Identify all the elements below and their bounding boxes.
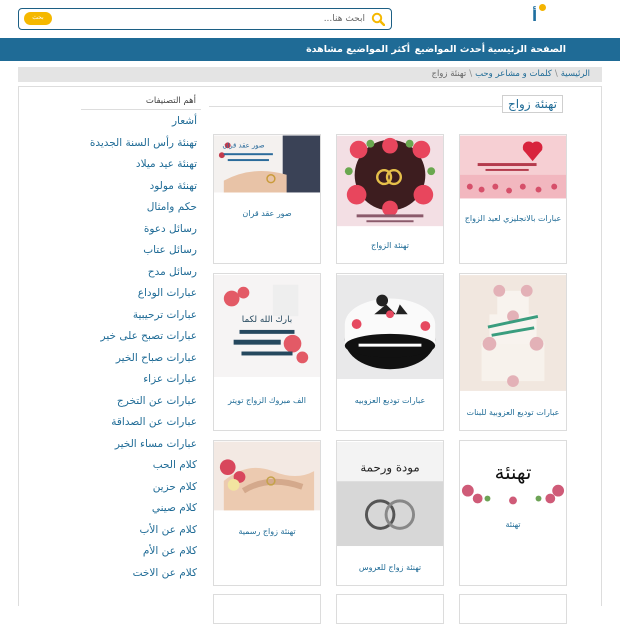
sidebar-item[interactable]: كلام حزين	[72, 480, 197, 494]
search-button[interactable]: بحث	[24, 12, 52, 25]
divider	[81, 109, 201, 110]
nav-home[interactable]: الصفحة الرئيسية	[488, 44, 566, 55]
sidebar-item[interactable]: عبارات عن الصداقة	[72, 415, 197, 429]
article-card[interactable]: تهنئة الزواج	[336, 134, 444, 264]
content-area: تهنئة زواج أهم التصنيفات أشعار تهنئة رأس…	[18, 86, 602, 624]
sidebar-item[interactable]: عبارات ترحيبية	[72, 308, 197, 322]
article-card[interactable]: صور عقد قران صور عقد قران	[213, 134, 321, 264]
article-card[interactable]: عبارات بالانجليزي لعيد الزواج	[459, 134, 567, 264]
sidebar-item[interactable]: رسائل دعوة	[72, 222, 197, 236]
image-text: صور عقد قران	[222, 141, 264, 149]
sidebar-item[interactable]: كلام عن الأم	[72, 544, 197, 558]
sidebar-item[interactable]: عبارات صباح الخير	[72, 351, 197, 365]
card-image[interactable]	[460, 274, 566, 392]
sidebar-item[interactable]: تهنئة رأس السنة الجديدة	[72, 136, 197, 150]
card-caption[interactable]: تهنئة	[460, 520, 566, 529]
nav-most-viewed[interactable]: أكثر المواضيع مشاهدة	[306, 44, 410, 55]
article-card[interactable]	[213, 594, 321, 624]
sidebar-item[interactable]: تهنئة مولود	[72, 179, 197, 193]
section-title: تهنئة زواج	[501, 95, 563, 113]
card-caption[interactable]: عبارات توديع العزوبيه	[337, 396, 443, 405]
card-caption[interactable]: صور عقد قران	[214, 209, 320, 218]
card-image[interactable]: تهنئة	[460, 441, 566, 505]
sidebar-item[interactable]: رسائل عتاب	[72, 243, 197, 257]
image-text: مودة ورحمة	[360, 460, 419, 475]
site-header: أ بحث	[0, 0, 620, 38]
divider	[209, 106, 507, 107]
image-text: تهنئة	[495, 461, 532, 484]
sidebar-item[interactable]: رسائل مدح	[72, 265, 197, 279]
search-input[interactable]	[65, 11, 365, 27]
sidebar-item[interactable]: تهنئة عيد ميلاد	[72, 157, 197, 171]
card-caption[interactable]: عبارات توديع العزوبية للبنات	[460, 408, 566, 417]
sidebar-heading: أهم التصنيفات	[145, 96, 196, 106]
sidebar-item[interactable]: عبارات عن التخرج	[72, 394, 197, 408]
card-caption[interactable]: تهنئة زواج رسمية	[214, 527, 320, 536]
article-card[interactable]: بارك الله لكما الف مبروك الزواج تويتر	[213, 273, 321, 431]
breadcrumb: الرئيسية\كلمات و مشاعر وحب\تهنئة زواج	[431, 69, 590, 79]
breadcrumb-bar: الرئيسية\كلمات و مشاعر وحب\تهنئة زواج	[18, 67, 602, 82]
card-caption[interactable]: تهنئة زواج للعروس	[337, 563, 443, 572]
card-caption[interactable]: الف مبروك الزواج تويتر	[214, 396, 320, 405]
nav-latest[interactable]: أحدث المواضيع	[415, 44, 485, 55]
article-card[interactable]: مودة ورحمة تهنئة زواج للعروس	[336, 440, 444, 586]
card-image[interactable]: بارك الله لكما	[214, 274, 320, 378]
sidebar-item[interactable]: كلام عن الأب	[72, 523, 198, 537]
category-list: أشعار تهنئة رأس السنة الجديدة تهنئة عيد …	[72, 114, 197, 587]
site-logo[interactable]: أ	[530, 4, 552, 26]
article-card[interactable]: تهنئة زواج رسمية	[213, 440, 321, 586]
breadcrumb-category[interactable]: كلمات و مشاعر وحب	[475, 69, 552, 79]
card-caption[interactable]: تهنئة الزواج	[337, 241, 443, 250]
article-card[interactable]: عبارات توديع العزوبية للبنات	[459, 273, 567, 431]
card-caption[interactable]: عبارات بالانجليزي لعيد الزواج	[460, 214, 566, 223]
article-card[interactable]	[459, 594, 567, 624]
sidebar-item[interactable]: حكم وامثال	[72, 200, 197, 214]
sidebar-item[interactable]: عبارات الوداع	[72, 286, 197, 300]
breadcrumb-current: تهنئة زواج	[431, 69, 467, 79]
card-image[interactable]	[460, 135, 566, 199]
card-image[interactable]	[214, 441, 320, 511]
sidebar-item[interactable]: كلام الحب	[72, 458, 197, 472]
card-image[interactable]: مودة ورحمة	[337, 441, 443, 547]
sidebar-item[interactable]: كلام عن الاخت	[72, 566, 197, 580]
search-bar: بحث	[18, 8, 392, 30]
sidebar-item[interactable]: أشعار	[72, 114, 197, 128]
main-nav: الصفحة الرئيسية أحدث المواضيع أكثر الموا…	[0, 38, 620, 61]
sidebar-item[interactable]: عبارات تصبح على خير	[72, 329, 197, 343]
card-image[interactable]	[337, 135, 443, 227]
card-image[interactable]	[337, 274, 443, 380]
article-card[interactable]: عبارات توديع العزوبيه	[336, 273, 444, 431]
card-image[interactable]: صور عقد قران	[214, 135, 320, 193]
article-card[interactable]	[336, 594, 444, 624]
breadcrumb-home[interactable]: الرئيسية	[561, 69, 590, 79]
sidebar-item[interactable]: عبارات مساء الخير	[72, 437, 197, 451]
search-icon[interactable]	[371, 12, 385, 26]
sidebar-item[interactable]: كلام صيني	[72, 501, 197, 515]
image-text: بارك الله لكما	[242, 315, 292, 325]
article-card[interactable]: تهنئة تهنئة	[459, 440, 567, 586]
sidebar-item[interactable]: عبارات عزاء	[72, 372, 197, 386]
